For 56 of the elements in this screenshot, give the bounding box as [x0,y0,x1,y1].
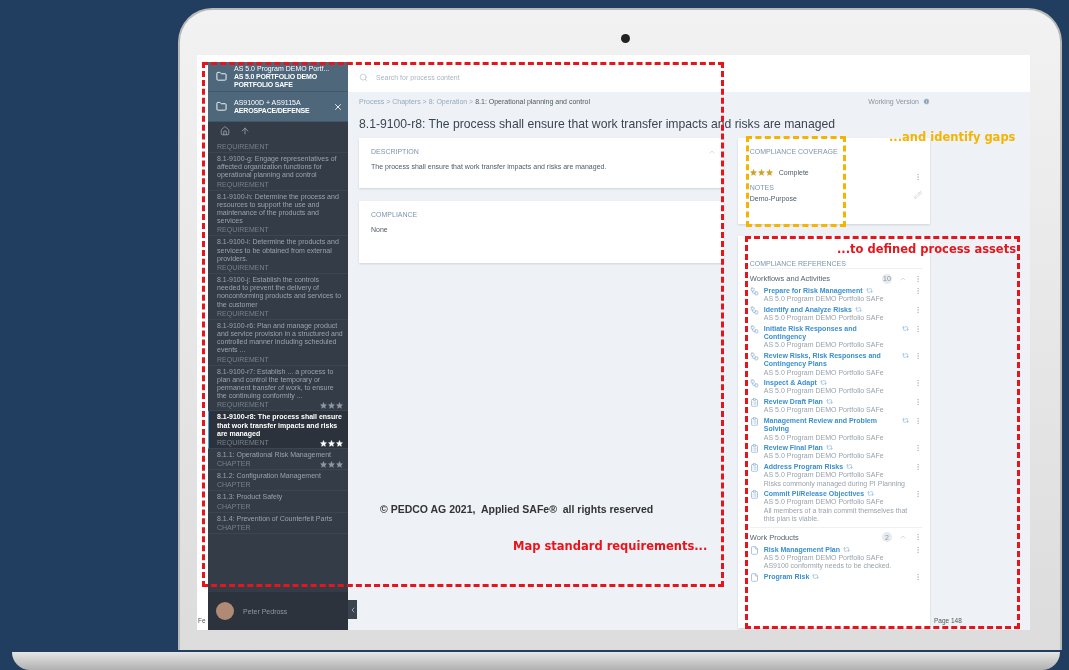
more-icon[interactable] [914,489,922,498]
more-icon[interactable] [914,305,922,314]
home-icon[interactable] [220,126,230,136]
avatar[interactable] [216,602,234,620]
page-title: 8.1-9100-r8: The process shall ensure that work transfer impacts and risks are managed [359,117,836,131]
sync-icon[interactable] [867,489,875,497]
collapse-sidebar-button[interactable] [348,600,357,619]
more-icon[interactable] [914,397,922,406]
sync-icon[interactable] [902,351,909,359]
workflow-icon [749,351,759,361]
folder-icon [216,71,227,82]
more-icon[interactable] [914,379,922,388]
more-icon[interactable] [914,324,922,333]
sync-icon[interactable] [902,416,909,424]
sync-icon[interactable] [902,324,909,332]
info-icon[interactable] [923,97,930,105]
folder-icon [216,101,227,112]
sync-icon[interactable] [812,572,820,580]
annotation-label: Map standard requirements... [513,539,708,553]
more-icon[interactable] [914,274,922,283]
sync-icon[interactable] [843,545,850,553]
camera-dot [621,34,630,43]
close-icon[interactable] [333,101,343,112]
edit-icon[interactable] [914,191,922,199]
annotation-label: ...to defined process assets [837,242,1016,256]
sync-icon[interactable] [825,443,833,451]
more-icon[interactable] [914,416,922,425]
more-icon[interactable] [914,287,922,295]
clipboard-icon [749,397,759,407]
workflow-icon [749,379,759,389]
sync-icon[interactable] [846,462,854,470]
clipboard-icon [749,489,759,499]
more-icon[interactable] [914,351,922,360]
workflow-icon [749,287,759,296]
clipboard-icon [749,462,759,472]
clipboard-icon [749,416,759,426]
sync-icon[interactable] [819,379,827,387]
sync-icon[interactable] [854,305,862,313]
more-icon[interactable] [914,462,922,471]
sync-icon[interactable] [865,287,873,294]
collapse-icon[interactable] [707,148,716,156]
document-icon [749,545,759,555]
copyright-text: © PEDCO AG 2021, Applied SAFe® all rights reserved [380,503,654,515]
workflow-icon [749,305,759,315]
search-icon [359,72,368,82]
more-icon[interactable] [914,173,922,181]
sync-icon[interactable] [825,397,833,405]
document-icon [749,572,759,582]
more-icon[interactable] [914,572,922,581]
more-icon[interactable] [914,533,922,542]
up-arrow-icon[interactable] [240,126,250,136]
workflow-icon [749,324,759,334]
clipboard-icon [749,443,759,453]
annotation-label: ...and identify gaps [889,130,1016,144]
more-icon[interactable] [914,545,922,554]
more-icon[interactable] [914,443,922,452]
